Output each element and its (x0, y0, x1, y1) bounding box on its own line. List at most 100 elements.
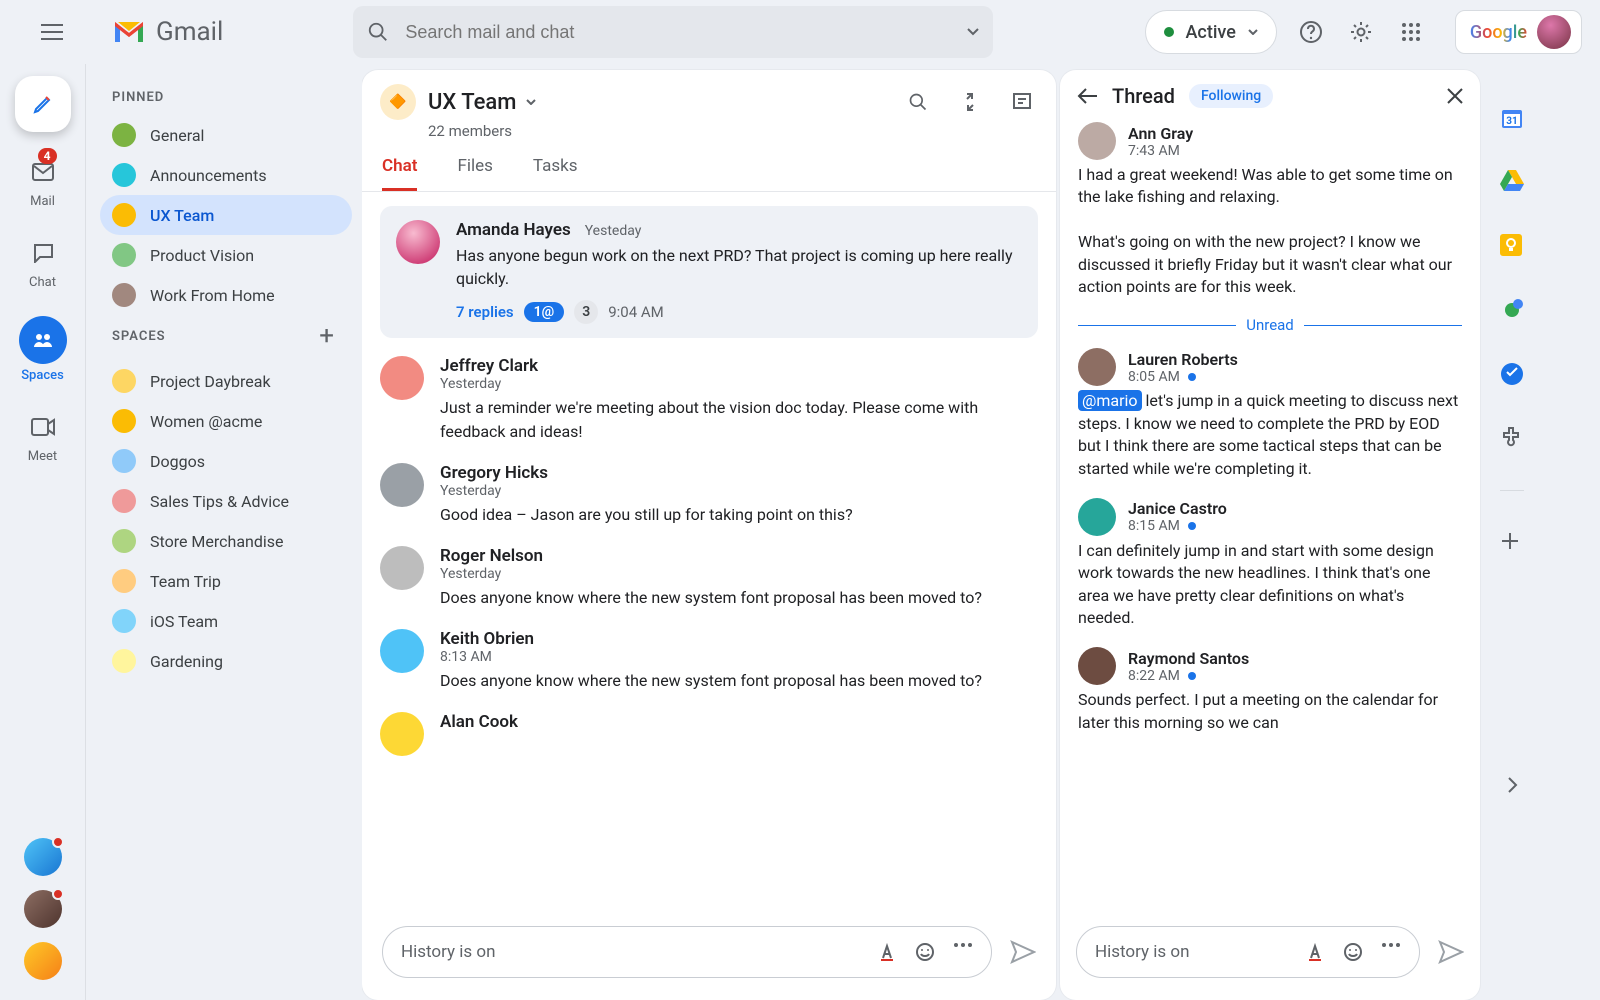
collapse-icon (960, 92, 980, 112)
message[interactable]: Jeffrey ClarkYesterdayJust a reminder we… (380, 356, 1038, 442)
avatar (380, 463, 424, 507)
sidebar-item-general[interactable]: General (100, 115, 352, 155)
meet-icon (31, 418, 55, 436)
sidebar-item-doggos[interactable]: Doggos (100, 441, 352, 481)
collapse-right-icon[interactable] (1506, 775, 1518, 795)
right-sidebar: 31 (1486, 70, 1538, 1000)
space-icon (112, 369, 136, 393)
dm-shortcut-2[interactable] (24, 890, 62, 928)
tab-chat[interactable]: Chat (382, 156, 417, 191)
tasks-app[interactable] (1500, 298, 1524, 322)
collapse-button[interactable] (956, 88, 984, 116)
settings-button[interactable] (1347, 18, 1375, 46)
dm-shortcut-3[interactable] (24, 942, 62, 980)
contacts-app[interactable] (1500, 362, 1524, 386)
gmail-icon (112, 19, 146, 45)
mention-pill: 1@ (524, 302, 565, 322)
thread-panel: Thread Following Ann Gray7:43 AM I had a… (1060, 70, 1480, 1000)
sidebar-item-work-from-home[interactable]: Work From Home (100, 275, 352, 315)
thread-compose-input[interactable]: History is on (1076, 926, 1420, 978)
help-icon (1299, 20, 1323, 44)
thread-message[interactable]: Janice Castro8:15 AM I can definitely ju… (1078, 498, 1462, 630)
compose-button[interactable] (15, 76, 71, 132)
more-icon[interactable] (1381, 942, 1401, 948)
account-switcher[interactable]: Google (1455, 10, 1582, 54)
rail-meet[interactable]: Meet (25, 409, 61, 464)
thread-message[interactable]: Raymond Santos8:22 AM Sounds perfect. I … (1078, 647, 1462, 734)
emoji-icon[interactable] (1343, 942, 1363, 962)
status-label: Active (1186, 22, 1236, 43)
message[interactable]: Roger NelsonYesterdayDoes anyone know wh… (380, 546, 1038, 609)
sidebar-item-women-acme[interactable]: Women @acme (100, 401, 352, 441)
drive-app[interactable] (1500, 170, 1524, 194)
avatar (1078, 122, 1116, 160)
main-menu-button[interactable] (32, 12, 72, 52)
open-thread-button[interactable] (1008, 88, 1036, 116)
rail-mail[interactable]: 4 Mail (25, 154, 61, 209)
send-button[interactable] (1010, 940, 1036, 964)
thread-title: Thread (1112, 84, 1175, 108)
tab-tasks[interactable]: Tasks (533, 156, 578, 191)
help-button[interactable] (1297, 18, 1325, 46)
mail-badge: 4 (38, 148, 57, 164)
calendar-app[interactable]: 31 (1500, 106, 1524, 130)
thread-summary-card[interactable]: Amanda Hayes Yesteday Has anyone begun w… (380, 206, 1038, 338)
avatar (380, 712, 424, 756)
brand: Gmail (112, 17, 223, 47)
message[interactable]: Keith Obrien8:13 AMDoes anyone know wher… (380, 629, 1038, 692)
sidebar-item-gardening[interactable]: Gardening (100, 641, 352, 681)
thread-message[interactable]: Ann Gray7:43 AM I had a great weekend! W… (1078, 122, 1462, 298)
space-icon (112, 449, 136, 473)
search-in-space-button[interactable] (904, 88, 932, 116)
sidebar-item-ios-team[interactable]: iOS Team (100, 601, 352, 641)
chat-panel: 🔶 UX Team 22 members C (362, 70, 1056, 1000)
pencil-icon (31, 92, 55, 116)
get-addons-button[interactable] (1500, 531, 1524, 555)
search-input[interactable] (403, 21, 967, 44)
sidebar-item-store-merchandise[interactable]: Store Merchandise (100, 521, 352, 561)
rail-spaces[interactable]: Spaces (19, 316, 67, 383)
sidebar-item-ux-team[interactable]: UX Team (100, 195, 352, 235)
message[interactable]: Gregory HicksYesterdayGood idea – Jason … (380, 463, 1038, 526)
back-button[interactable] (1076, 87, 1098, 105)
compose-input[interactable]: History is on (382, 926, 992, 978)
search-bar[interactable] (353, 6, 993, 58)
more-icon[interactable] (953, 942, 973, 948)
format-icon[interactable] (877, 942, 897, 962)
section-pinned: PINNED (100, 84, 352, 115)
emoji-icon[interactable] (915, 942, 935, 962)
sidebar-item-sales-tips-advice[interactable]: Sales Tips & Advice (100, 481, 352, 521)
sidebar-item-announcements[interactable]: Announcements (100, 155, 352, 195)
addons-button[interactable] (1500, 426, 1524, 450)
add-space-button[interactable]: + (319, 321, 340, 351)
sidebar-item-team-trip[interactable]: Team Trip (100, 561, 352, 601)
user-avatar[interactable] (1537, 15, 1571, 49)
thread-message[interactable]: Lauren Roberts8:05 AM @mario let's jump … (1078, 348, 1462, 480)
replies-link[interactable]: 7 replies (456, 303, 514, 321)
rail-chat[interactable]: Chat (25, 235, 61, 290)
sidebar-item-project-daybreak[interactable]: Project Daybreak (100, 361, 352, 401)
format-icon[interactable] (1305, 942, 1325, 962)
search-icon (908, 92, 928, 112)
section-spaces: SPACES (112, 329, 166, 344)
tab-files[interactable]: Files (457, 156, 492, 191)
space-icon (112, 609, 136, 633)
status-pill[interactable]: Active (1145, 10, 1277, 54)
unread-dot-icon (1188, 522, 1196, 530)
mention-chip[interactable]: @mario (1078, 390, 1142, 411)
avatar (380, 546, 424, 590)
space-icon (112, 163, 136, 187)
following-chip[interactable]: Following (1189, 84, 1273, 108)
apps-button[interactable] (1397, 18, 1425, 46)
keep-app[interactable] (1500, 234, 1524, 258)
message[interactable]: Alan Cook (380, 712, 1038, 756)
send-button[interactable] (1438, 940, 1464, 964)
close-button[interactable] (1446, 87, 1464, 105)
sidebar-item-product-vision[interactable]: Product Vision (100, 235, 352, 275)
reply-count: 3 (574, 300, 598, 324)
dm-shortcut-1[interactable] (24, 838, 62, 876)
caret-down-icon[interactable] (967, 28, 979, 36)
caret-down-icon[interactable] (526, 99, 536, 105)
space-icon (112, 203, 136, 227)
hamburger-icon (41, 24, 63, 40)
